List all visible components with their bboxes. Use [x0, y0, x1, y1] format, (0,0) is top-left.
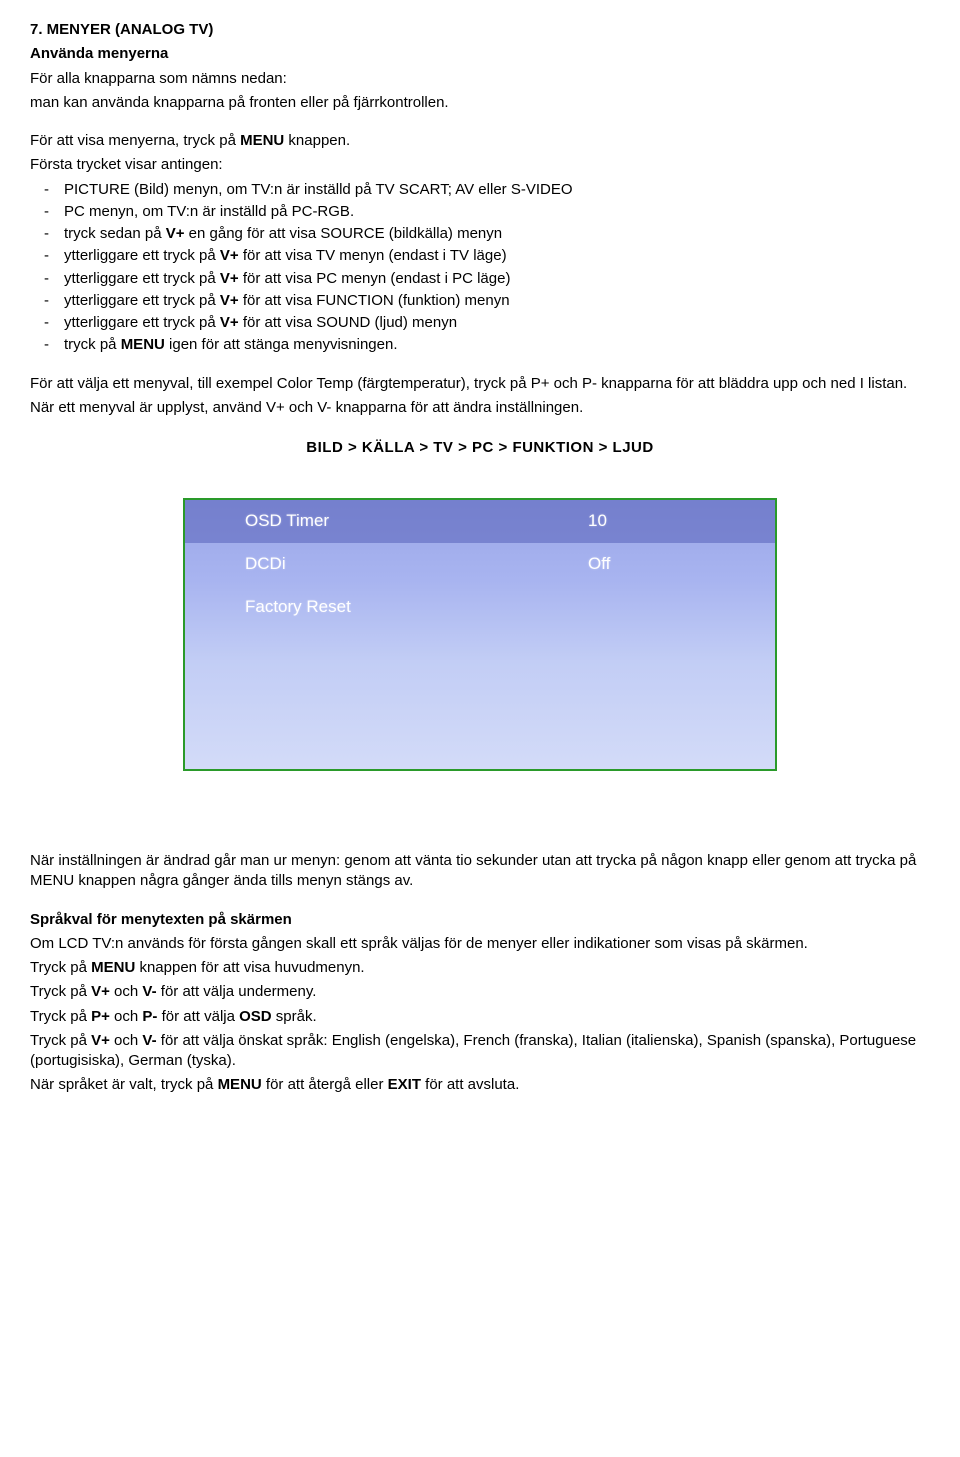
- body-text: Om LCD TV:n används för första gången sk…: [30, 934, 930, 954]
- text-run: språk.: [272, 1008, 317, 1025]
- list-item: ytterliggare ett tryck på V+ för att vis…: [30, 246, 930, 266]
- list-item: ytterliggare ett tryck på V+ för att vis…: [30, 291, 930, 311]
- text-bold: MENU: [91, 959, 135, 976]
- text-bold: V+: [91, 983, 110, 1000]
- sub-heading-1: Använda menyerna: [30, 44, 930, 64]
- section-heading: 7. MENYER (ANALOG TV): [30, 20, 930, 40]
- body-text: Första trycket visar antingen:: [30, 155, 930, 175]
- text-bold: P+: [91, 1008, 110, 1025]
- text-run: När språket är valt, tryck på: [30, 1076, 218, 1093]
- text-bold: V+: [166, 225, 185, 242]
- list-item: ytterliggare ett tryck på V+ för att vis…: [30, 269, 930, 289]
- osd-row: Factory Reset: [185, 586, 775, 629]
- text-bold: V+: [220, 292, 239, 309]
- list-item: PC menyn, om TV:n är inställd på PC-RGB.: [30, 202, 930, 222]
- osd-row: OSD Timer 10: [185, 500, 775, 543]
- text-run: ytterliggare ett tryck på: [64, 247, 220, 264]
- text-run: Tryck på: [30, 1008, 91, 1025]
- list-item: PICTURE (Bild) menyn, om TV:n är inställ…: [30, 180, 930, 200]
- text-run: för att visa FUNCTION (funktion) menyn: [239, 292, 510, 309]
- text-bold: OSD: [239, 1008, 272, 1025]
- osd-menu-screenshot: OSD Timer 10 DCDi Off Factory Reset: [183, 498, 777, 771]
- menu-nav-line: BILD > KÄLLA > TV > PC > FUNKTION > LJUD: [30, 438, 930, 458]
- body-text: För att visa menyerna, tryck på MENU kna…: [30, 131, 930, 151]
- text-bold: V-: [142, 983, 156, 1000]
- sub-heading-2: Språkval för menytexten på skärmen: [30, 910, 930, 930]
- osd-spacer: [185, 629, 775, 769]
- osd-value: [588, 596, 735, 619]
- body-text: Tryck på MENU knappen för att visa huvud…: [30, 958, 930, 978]
- osd-label: OSD Timer: [245, 510, 515, 533]
- text-run: För att visa menyerna, tryck på: [30, 132, 240, 149]
- body-text: När ett menyval är upplyst, använd V+ oc…: [30, 398, 930, 418]
- text-run: för att välja önskat språk: English (eng…: [30, 1032, 916, 1069]
- text-run: och: [110, 983, 143, 1000]
- list-item: tryck på MENU igen för att stänga menyvi…: [30, 335, 930, 355]
- body-text: Tryck på P+ och P- för att välja OSD spr…: [30, 1007, 930, 1027]
- text-bold: MENU: [240, 132, 284, 149]
- osd-value: Off: [588, 553, 735, 576]
- text-bold: V+: [91, 1032, 110, 1049]
- osd-value: 10: [588, 510, 735, 533]
- text-run: PICTURE (Bild) menyn, om TV:n är inställ…: [64, 181, 573, 198]
- text-run: igen för att stänga menyvisningen.: [165, 336, 398, 353]
- osd-label: Factory Reset: [245, 596, 515, 619]
- text-bold: MENU: [218, 1076, 262, 1093]
- text-run: en gång för att visa SOURCE (bildkälla) …: [184, 225, 502, 242]
- text-run: för att visa PC menyn (endast i PC läge): [239, 270, 511, 287]
- text-run: för att välja: [157, 1008, 239, 1025]
- text-run: knappen för att visa huvudmenyn.: [135, 959, 364, 976]
- text-bold: P-: [142, 1008, 157, 1025]
- text-run: PC menyn, om TV:n är inställd på PC-RGB.: [64, 203, 354, 220]
- text-bold: V+: [220, 314, 239, 331]
- text-run: och: [110, 1008, 143, 1025]
- body-text: man kan använda knapparna på fronten ell…: [30, 93, 930, 113]
- osd-row: DCDi Off: [185, 543, 775, 586]
- text-run: Tryck på: [30, 1032, 91, 1049]
- text-run: knappen.: [284, 132, 350, 149]
- text-run: ytterliggare ett tryck på: [64, 314, 220, 331]
- list-item: ytterliggare ett tryck på V+ för att vis…: [30, 313, 930, 333]
- text-run: för att avsluta.: [421, 1076, 519, 1093]
- text-bold: V-: [142, 1032, 156, 1049]
- dash-list: PICTURE (Bild) menyn, om TV:n är inställ…: [30, 180, 930, 356]
- text-run: för att visa TV menyn (endast i TV läge): [239, 247, 507, 264]
- text-run: ytterliggare ett tryck på: [64, 292, 220, 309]
- body-text: Tryck på V+ och V- för att välja önskat …: [30, 1031, 930, 1072]
- text-run: för att visa SOUND (ljud) menyn: [239, 314, 457, 331]
- body-text: När språket är valt, tryck på MENU för a…: [30, 1075, 930, 1095]
- text-run: för att återgå eller: [262, 1076, 388, 1093]
- text-run: och: [110, 1032, 143, 1049]
- text-bold: EXIT: [388, 1076, 421, 1093]
- text-run: tryck sedan på: [64, 225, 166, 242]
- list-item: tryck sedan på V+ en gång för att visa S…: [30, 224, 930, 244]
- text-run: Tryck på: [30, 983, 91, 1000]
- body-text: För att välja ett menyval, till exempel …: [30, 374, 930, 394]
- text-run: tryck på: [64, 336, 121, 353]
- text-run: ytterliggare ett tryck på: [64, 270, 220, 287]
- text-bold: V+: [220, 270, 239, 287]
- body-text: När inställningen är ändrad går man ur m…: [30, 851, 930, 892]
- text-run: för att välja undermeny.: [157, 983, 317, 1000]
- body-text: Tryck på V+ och V- för att välja underme…: [30, 982, 930, 1002]
- body-text: För alla knapparna som nämns nedan:: [30, 69, 930, 89]
- text-bold: MENU: [121, 336, 165, 353]
- text-bold: V+: [220, 247, 239, 264]
- text-run: Tryck på: [30, 959, 91, 976]
- osd-label: DCDi: [245, 553, 515, 576]
